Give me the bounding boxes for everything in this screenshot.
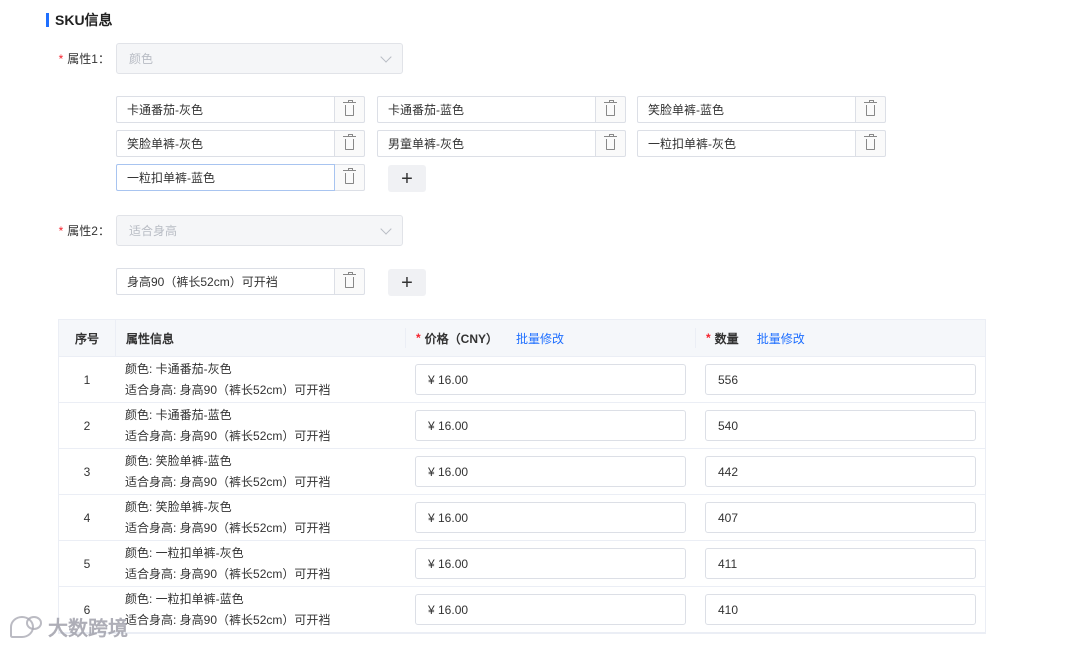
attribute-1-select-value: 颜色 [129, 52, 154, 66]
trash-icon [343, 134, 356, 150]
delete-value-button[interactable] [596, 130, 626, 157]
table-row: 2 颜色: 卡通番茄-蓝色 适合身高: 身高90（裤长52cm）可开裆 ¥ 16… [59, 403, 985, 449]
attribute-value-input[interactable]: 卡通番茄-蓝色 [377, 96, 596, 123]
trash-icon [343, 100, 356, 116]
row-index: 1 [83, 372, 91, 387]
qty-input[interactable]: 407 [705, 502, 976, 533]
attribute-2-value-item: 身高90（裤长52cm）可开裆 [116, 268, 365, 295]
add-attribute-1-value-button[interactable]: + [388, 165, 426, 192]
trash-icon [343, 272, 356, 288]
delete-value-button[interactable] [856, 130, 886, 157]
header-index: 序号 [74, 331, 99, 346]
price-input[interactable]: ¥ 16.00 [415, 594, 686, 625]
row-index: 3 [83, 464, 91, 479]
trash-icon [343, 168, 356, 184]
attribute-2-row: * 属性2： 适合身高 [0, 215, 403, 246]
qty-input[interactable]: 442 [705, 456, 976, 487]
row-attr: 颜色: 笑脸单裤-灰色 适合身高: 身高90（裤长52cm）可开裆 [125, 499, 331, 535]
price-input[interactable]: ¥ 16.00 [415, 548, 686, 579]
attribute-value-input[interactable]: 卡通番茄-灰色 [116, 96, 335, 123]
header-qty: * 数量 批量修改 [695, 328, 985, 348]
table-row: 6 颜色: 一粒扣单裤-蓝色 适合身高: 身高90（裤长52cm）可开裆 ¥ 1… [59, 587, 985, 633]
attribute-value-input[interactable]: 笑脸单裤-蓝色 [637, 96, 856, 123]
title-accent-bar [46, 13, 49, 27]
row-attr: 颜色: 一粒扣单裤-灰色 适合身高: 身高90（裤长52cm）可开裆 [125, 545, 331, 581]
sku-table: 序号 属性信息 * 价格（CNY） 批量修改 * 数量 批量修改 1 颜色: 卡… [58, 319, 986, 634]
price-input[interactable]: ¥ 16.00 [415, 410, 686, 441]
table-row: 5 颜色: 一粒扣单裤-灰色 适合身高: 身高90（裤长52cm）可开裆 ¥ 1… [59, 541, 985, 587]
delete-value-button[interactable] [335, 164, 365, 191]
trash-icon [604, 134, 617, 150]
attribute-value-input[interactable]: 笑脸单裤-灰色 [116, 130, 335, 157]
add-attribute-2-value-button[interactable]: + [388, 269, 426, 296]
delete-value-button[interactable] [335, 268, 365, 295]
row-index: 5 [83, 556, 91, 571]
chevron-down-icon [380, 222, 392, 235]
attribute-1-value-item: 一粒扣单裤-蓝色 [116, 164, 365, 191]
attribute-1-value-item: 笑脸单裤-蓝色 [637, 96, 886, 123]
attribute-1-select[interactable]: 颜色 [116, 43, 403, 74]
delete-value-button[interactable] [596, 96, 626, 123]
logo-icon [10, 615, 42, 638]
row-attr: 颜色: 笑脸单裤-蓝色 适合身高: 身高90（裤长52cm）可开裆 [125, 453, 331, 489]
attribute-1-value-item: 一粒扣单裤-灰色 [637, 130, 886, 157]
batch-edit-qty-link[interactable]: 批量修改 [757, 330, 805, 347]
attribute-value-input[interactable]: 男童单裤-灰色 [377, 130, 596, 157]
attribute-value-input[interactable]: 身高90（裤长52cm）可开裆 [116, 268, 335, 295]
qty-input[interactable]: 556 [705, 364, 976, 395]
table-row: 1 颜色: 卡通番茄-灰色 适合身高: 身高90（裤长52cm）可开裆 ¥ 16… [59, 357, 985, 403]
price-input[interactable]: ¥ 16.00 [415, 364, 686, 395]
attribute-value-input[interactable]: 一粒扣单裤-蓝色 [116, 164, 335, 191]
attribute-1-label: * 属性1： [58, 52, 110, 66]
qty-input[interactable]: 540 [705, 410, 976, 441]
section-title: SKU信息 [46, 10, 113, 30]
row-attr: 颜色: 一粒扣单裤-蓝色 适合身高: 身高90（裤长52cm）可开裆 [125, 591, 331, 627]
watermark-logo: 大数跨境 [10, 612, 128, 641]
trash-icon [864, 134, 877, 150]
chevron-down-icon [380, 50, 392, 63]
attribute-2-select[interactable]: 适合身高 [116, 215, 403, 246]
price-input[interactable]: ¥ 16.00 [415, 502, 686, 533]
attribute-1-row: * 属性1： 颜色 [0, 43, 403, 74]
section-title-text: SKU信息 [55, 12, 113, 28]
attribute-1-value-item: 卡通番茄-灰色 [116, 96, 365, 123]
attribute-value-input[interactable]: 一粒扣单裤-灰色 [637, 130, 856, 157]
attribute-1-value-item: 男童单裤-灰色 [377, 130, 626, 157]
row-attr: 颜色: 卡通番茄-灰色 适合身高: 身高90（裤长52cm）可开裆 [125, 361, 331, 397]
table-header: 序号 属性信息 * 价格（CNY） 批量修改 * 数量 批量修改 [59, 319, 985, 357]
table-row: 3 颜色: 笑脸单裤-蓝色 适合身高: 身高90（裤长52cm）可开裆 ¥ 16… [59, 449, 985, 495]
batch-edit-price-link[interactable]: 批量修改 [516, 330, 564, 347]
row-index: 2 [83, 418, 91, 433]
delete-value-button[interactable] [856, 96, 886, 123]
table-row: 4 颜色: 笑脸单裤-灰色 适合身高: 身高90（裤长52cm）可开裆 ¥ 16… [59, 495, 985, 541]
attribute-2-label: * 属性2： [58, 224, 110, 238]
header-price: * 价格（CNY） 批量修改 [405, 328, 695, 348]
delete-value-button[interactable] [335, 130, 365, 157]
trash-icon [604, 100, 617, 116]
row-attr: 颜色: 卡通番茄-蓝色 适合身高: 身高90（裤长52cm）可开裆 [125, 407, 331, 443]
attribute-1-value-item: 卡通番茄-蓝色 [377, 96, 626, 123]
qty-input[interactable]: 410 [705, 594, 976, 625]
price-input[interactable]: ¥ 16.00 [415, 456, 686, 487]
watermark-text: 大数跨境 [48, 618, 128, 640]
row-index: 4 [83, 510, 91, 525]
attribute-2-select-value: 适合身高 [129, 224, 178, 238]
qty-input[interactable]: 411 [705, 548, 976, 579]
delete-value-button[interactable] [335, 96, 365, 123]
header-attr: 属性信息 [115, 319, 405, 357]
trash-icon [864, 100, 877, 116]
attribute-1-value-item: 笑脸单裤-灰色 [116, 130, 365, 157]
